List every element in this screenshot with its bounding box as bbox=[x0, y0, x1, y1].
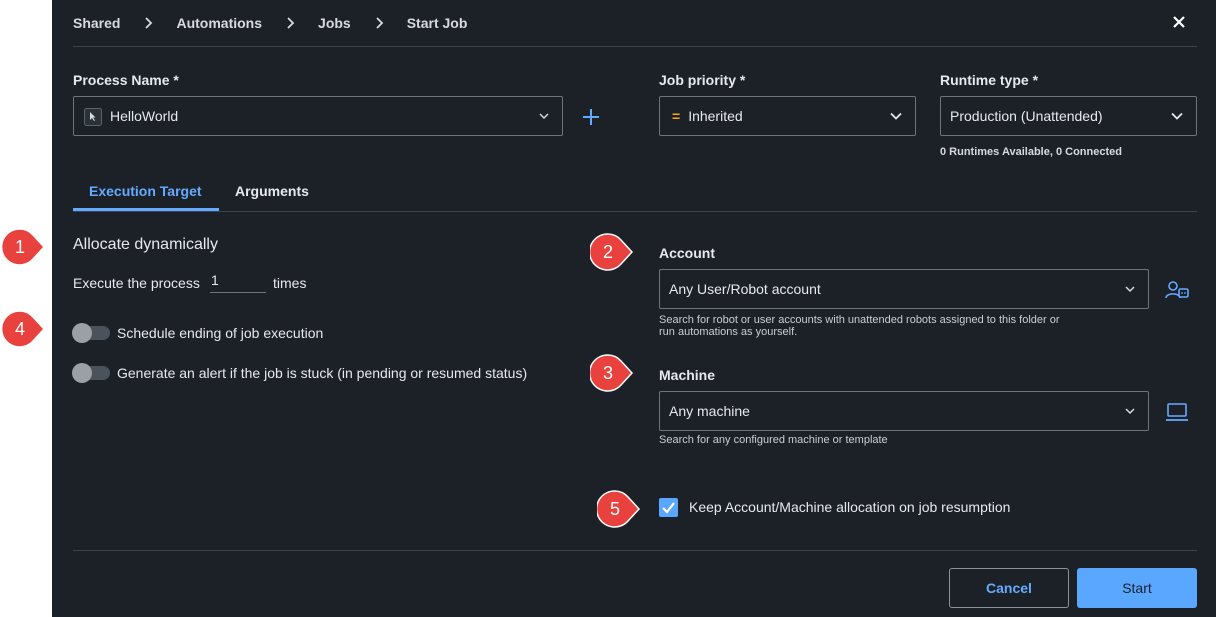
execute-prefix: Execute the process bbox=[73, 275, 200, 291]
runtime-type-select[interactable]: Production (Unattended) bbox=[940, 96, 1197, 136]
runtime-type-value: Production (Unattended) bbox=[950, 108, 1103, 124]
schedule-ending-toggle[interactable] bbox=[72, 323, 110, 343]
chevron-right-icon bbox=[287, 17, 295, 29]
breadcrumb-automations[interactable]: Automations bbox=[176, 15, 262, 31]
chevron-down-icon bbox=[539, 113, 549, 120]
chevron-right-icon bbox=[376, 17, 383, 29]
account-value: Any User/Robot account bbox=[669, 281, 821, 297]
chevron-down-icon bbox=[1125, 408, 1135, 415]
account-help-line2: run automations as yourself. bbox=[659, 326, 798, 338]
keep-allocation-checkbox[interactable] bbox=[659, 498, 678, 517]
runtime-availability-note: 0 Runtimes Available, 0 Connected bbox=[940, 146, 1122, 158]
machine-label: Machine bbox=[659, 367, 716, 383]
stuck-alert-label: Generate an alert if the job is stuck (i… bbox=[117, 365, 528, 381]
machine-help: Search for any configured machine or tem… bbox=[659, 434, 888, 446]
tab-arguments[interactable]: Arguments bbox=[235, 183, 309, 199]
account-label: Account bbox=[659, 245, 715, 261]
runtime-type-label: Runtime type * bbox=[940, 72, 1039, 88]
priority-inherited-icon: = bbox=[672, 108, 681, 124]
callout-4-number: 4 bbox=[14, 319, 25, 339]
keep-allocation-label: Keep Account/Machine allocation on job r… bbox=[689, 499, 1011, 515]
cancel-button[interactable]: Cancel bbox=[949, 568, 1069, 608]
callout-4: 4 bbox=[2, 310, 46, 348]
callout-5-number: 5 bbox=[609, 499, 620, 519]
chevron-down-icon bbox=[1125, 286, 1135, 293]
callout-3: 3 bbox=[590, 354, 634, 392]
execute-count-input[interactable]: 1 bbox=[210, 272, 266, 293]
account-select[interactable]: Any User/Robot account bbox=[659, 269, 1149, 309]
breadcrumb-shared[interactable]: Shared bbox=[73, 15, 120, 31]
callout-3-number: 3 bbox=[602, 363, 613, 383]
process-icon bbox=[84, 108, 102, 126]
close-icon[interactable] bbox=[1169, 12, 1189, 32]
account-help: Search for robot or user accounts with u… bbox=[659, 314, 1060, 338]
breadcrumb: Shared Automations Jobs Start Job bbox=[73, 14, 467, 32]
footer-divider bbox=[73, 550, 1197, 551]
allocate-dynamically-title: Allocate dynamically bbox=[73, 236, 218, 253]
account-help-line1: Search for robot or user accounts with u… bbox=[659, 314, 1060, 326]
stuck-alert-toggle[interactable] bbox=[72, 363, 110, 383]
callout-2-number: 2 bbox=[602, 242, 613, 262]
process-name-select[interactable]: HelloWorld bbox=[73, 96, 563, 136]
execute-suffix: times bbox=[273, 275, 307, 291]
chevron-down-icon bbox=[1171, 112, 1183, 120]
add-process-icon[interactable] bbox=[582, 108, 600, 126]
user-robot-icon[interactable] bbox=[1165, 279, 1189, 301]
chevron-down-icon bbox=[890, 112, 902, 120]
chevron-right-icon bbox=[145, 17, 153, 29]
machine-select[interactable]: Any machine bbox=[659, 391, 1149, 431]
process-name-value: HelloWorld bbox=[110, 108, 179, 124]
job-priority-label: Job priority * bbox=[659, 72, 746, 88]
tab-execution-target[interactable]: Execution Target bbox=[89, 183, 202, 199]
header-divider bbox=[73, 46, 1197, 47]
callout-1-number: 1 bbox=[14, 237, 25, 257]
callout-2: 2 bbox=[590, 233, 634, 271]
machine-value: Any machine bbox=[669, 403, 750, 419]
callout-5: 5 bbox=[597, 490, 641, 528]
job-priority-select[interactable]: = Inherited bbox=[659, 96, 916, 136]
process-name-label: Process Name * bbox=[73, 72, 179, 88]
start-button[interactable]: Start bbox=[1077, 568, 1197, 608]
job-priority-value: Inherited bbox=[688, 108, 743, 124]
breadcrumb-jobs[interactable]: Jobs bbox=[318, 15, 351, 31]
callout-1: 1 bbox=[2, 228, 46, 266]
checkmark-icon bbox=[662, 502, 675, 514]
tabs-divider bbox=[73, 211, 1197, 212]
laptop-icon[interactable] bbox=[1165, 402, 1189, 422]
breadcrumb-start-job: Start Job bbox=[406, 15, 468, 31]
schedule-ending-label: Schedule ending of job execution bbox=[117, 325, 324, 341]
